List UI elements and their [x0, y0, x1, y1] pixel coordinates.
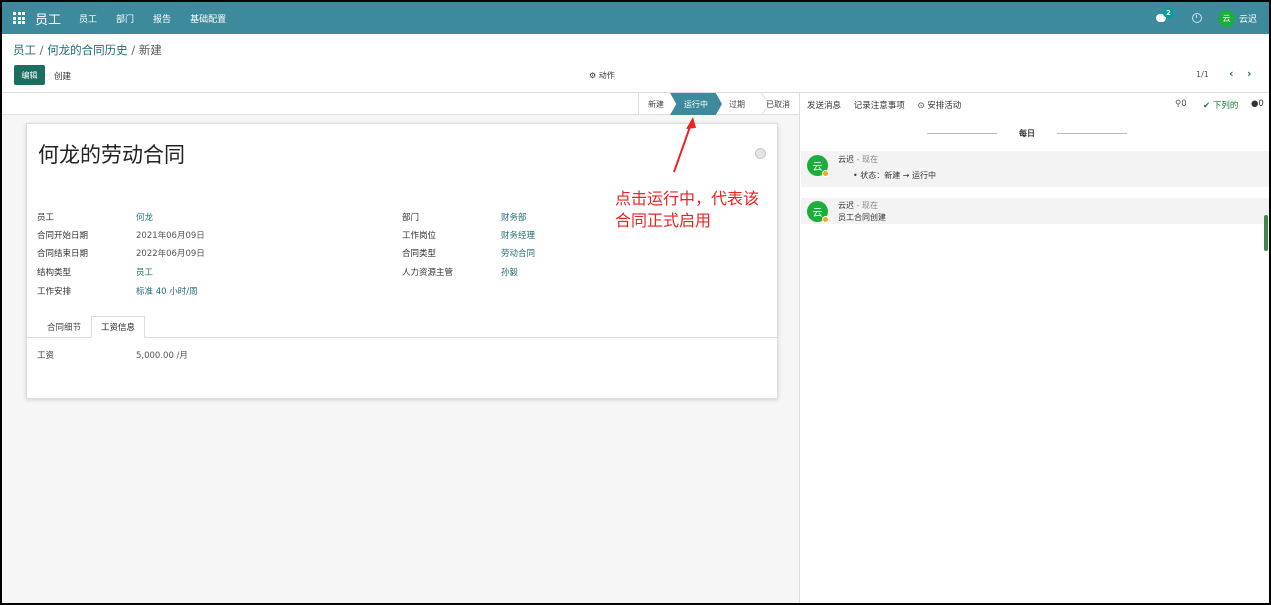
- message-avatar[interactable]: 云: [807, 201, 829, 223]
- label-start-date: 合同开始日期: [37, 231, 89, 241]
- message-author: 云迟 - 现在: [838, 155, 878, 164]
- user-avatar[interactable]: 云: [1217, 9, 1235, 27]
- clock-icon[interactable]: [1191, 13, 1202, 23]
- value-end-date: 2022年06月09日: [136, 249, 205, 259]
- breadcrumb-separator: /: [131, 43, 136, 57]
- breadcrumb: 员工 / 何龙的合同历史 / 新建: [13, 42, 162, 58]
- status-bar: 新建 运行中 过期 已取消: [2, 93, 799, 115]
- value-working-schedule[interactable]: 标准 40 小时/周: [136, 285, 198, 297]
- value-employee[interactable]: 何龙: [136, 211, 153, 223]
- followers-button[interactable]: ●0: [1251, 99, 1264, 109]
- attachments-button[interactable]: ⚲0: [1175, 99, 1187, 109]
- message-time: - 现在: [856, 155, 878, 164]
- pager-previous-icon[interactable]: ‹: [1229, 67, 1234, 80]
- value-job-position[interactable]: 财务经理: [501, 229, 535, 241]
- chatter-actions: 发送消息 记录注意事项 ⊙ 安排活动: [807, 99, 961, 111]
- value-contract-type[interactable]: 劳动合同: [501, 247, 535, 259]
- message-body: 员工合同创建: [838, 213, 886, 222]
- divider: [800, 92, 1269, 93]
- tab-contract-details[interactable]: 合同细节: [37, 316, 91, 338]
- stage-running-active[interactable]: 运行中: [670, 93, 722, 115]
- annotation-line-2: 合同正式启用: [615, 211, 712, 230]
- nav-employees[interactable]: 员工: [79, 12, 97, 25]
- value-start-date: 2021年06月09日: [136, 231, 205, 241]
- followers-count: 0: [1258, 99, 1264, 109]
- value-hr-responsible[interactable]: 孙毅: [501, 266, 518, 278]
- stage-chevron: [750, 93, 758, 115]
- systray: 2 云 云迟: [1155, 2, 1257, 34]
- label-hr-responsible: 人力资源主管: [402, 268, 454, 278]
- attachments-count: 0: [1181, 99, 1187, 109]
- annotation-arrow: [673, 117, 696, 173]
- nav-departments[interactable]: 部门: [116, 12, 134, 25]
- value-department[interactable]: 财务部: [501, 211, 527, 223]
- label-employee: 员工: [37, 213, 55, 223]
- annotation-note: 点击运行中，代表该 合同正式启用: [615, 188, 795, 232]
- tab-salary-info[interactable]: 工资信息: [91, 316, 146, 338]
- create-button[interactable]: 创建: [54, 70, 71, 82]
- stage-expired[interactable]: 过期: [729, 99, 745, 110]
- schedule-activity-button[interactable]: ⊙ 安排活动: [917, 101, 961, 111]
- status-dot-icon: [822, 216, 829, 223]
- edit-button[interactable]: 编辑: [14, 65, 45, 85]
- breadcrumb-contract-history[interactable]: 何龙的合同历史: [47, 43, 128, 57]
- value-structure-type[interactable]: 员工: [136, 266, 153, 278]
- chat-badge: 2: [1162, 8, 1174, 18]
- message-author: 云迟 - 现在: [838, 201, 878, 210]
- pager-value[interactable]: 1/1: [1196, 70, 1209, 79]
- send-message-button[interactable]: 发送消息: [807, 101, 841, 111]
- stage-new[interactable]: 新建: [648, 99, 664, 110]
- message-body: • 状态：新建 → 运行中: [853, 171, 937, 180]
- contract-title[interactable]: 何龙的劳动合同: [38, 139, 185, 169]
- chatter-divider: [799, 92, 800, 603]
- label-working-schedule: 工作安排: [37, 287, 72, 297]
- user-name[interactable]: 云迟: [1239, 12, 1257, 25]
- breadcrumb-current: 新建: [138, 43, 162, 57]
- app-window: 员工 员工 部门 报告 基础配置 2 云 云迟 员工 / 何龙的合同历史 / 新…: [0, 0, 1271, 605]
- breadcrumb-separator: /: [39, 43, 44, 57]
- apps-menu-icon[interactable]: [13, 12, 25, 24]
- top-navbar: 员工 员工 部门 报告 基础配置 2 云 云迟: [2, 2, 1269, 34]
- day-separator: 每日: [927, 128, 1127, 139]
- label-department: 部门: [402, 213, 420, 223]
- chatter-message: 云 云迟 - 现在 员工合同创建: [801, 198, 1269, 224]
- stage-cancelled[interactable]: 已取消: [766, 99, 790, 110]
- breadcrumb-employees[interactable]: 员工: [13, 43, 36, 57]
- message-time: - 现在: [856, 201, 878, 210]
- kanban-state-icon[interactable]: [755, 148, 766, 159]
- nav-configuration[interactable]: 基础配置: [190, 12, 226, 25]
- message-avatar[interactable]: 云: [807, 155, 829, 177]
- chatter-scrollbar[interactable]: [1264, 215, 1268, 251]
- divider: [638, 93, 639, 115]
- log-note-button[interactable]: 记录注意事项: [854, 101, 905, 111]
- label-wage: 工资: [37, 351, 55, 361]
- label-structure-type: 结构类型: [37, 268, 72, 278]
- notebook-tabs: 合同细节 工资信息: [37, 316, 146, 338]
- value-wage: 5,000.00 /月: [136, 351, 188, 361]
- chat-icon[interactable]: 2: [1155, 8, 1174, 24]
- status-dot-icon: [822, 170, 829, 177]
- label-end-date: 合同结束日期: [37, 249, 89, 259]
- follow-button[interactable]: ✔ 下列的: [1203, 99, 1238, 111]
- annotation-line-1: 点击运行中，代表该: [615, 189, 760, 208]
- pager-next-icon[interactable]: ›: [1247, 67, 1252, 80]
- nav-reports[interactable]: 报告: [153, 12, 171, 25]
- chatter-message: 云 云迟 - 现在 • 状态：新建 → 运行中: [801, 151, 1269, 187]
- action-menu-button[interactable]: ⚙ 动作: [589, 70, 615, 81]
- app-title[interactable]: 员工: [35, 9, 61, 28]
- label-job-position: 工作岗位: [402, 231, 437, 241]
- label-contract-type: 合同类型: [402, 249, 437, 259]
